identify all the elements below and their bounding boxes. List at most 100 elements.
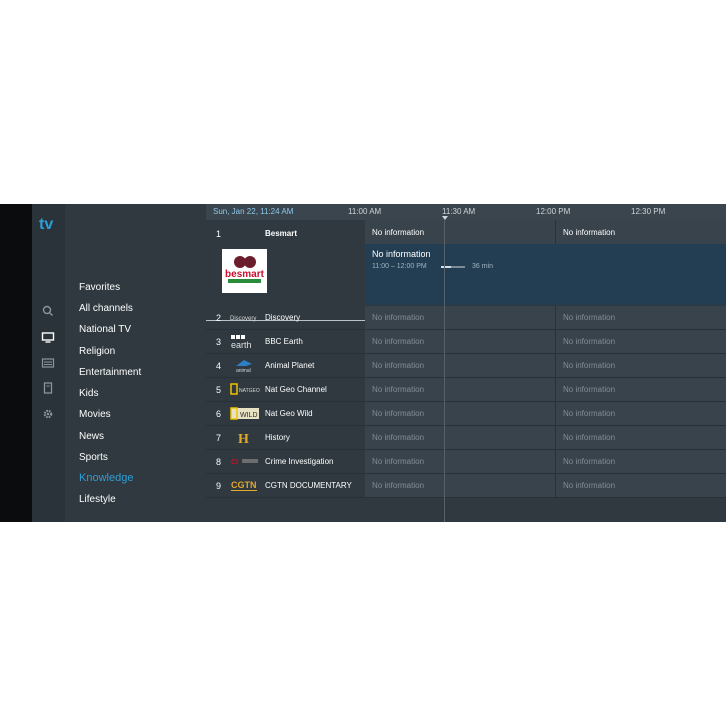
- bookmark-icon[interactable]: [41, 381, 55, 395]
- channel-logo: NATGEO: [230, 382, 260, 397]
- channel-logo-text: H: [238, 432, 249, 445]
- now-line: [444, 220, 445, 522]
- program-cell[interactable]: No information: [365, 354, 556, 377]
- program-cell[interactable]: No information: [365, 450, 556, 473]
- program-cell[interactable]: No information: [365, 402, 556, 425]
- channel-row[interactable]: 5 NATGEO Nat Geo Channel No information …: [206, 378, 726, 402]
- channel-logo-text: CI: [231, 459, 238, 466]
- channel-logo-text: animal: [236, 368, 251, 373]
- program-detail-title: No information: [372, 249, 431, 259]
- program-cell[interactable]: No information: [556, 330, 726, 353]
- channel-logo: H: [230, 430, 260, 447]
- program-title: No information: [563, 337, 616, 346]
- channel-logo: WILD: [230, 406, 260, 421]
- channel-name: Besmart: [265, 229, 298, 238]
- channel-number: 3: [216, 337, 222, 347]
- channel-logo: Discovery: [230, 310, 260, 325]
- program-title: No information: [372, 228, 425, 237]
- channel-row[interactable]: 2 Discovery Discovery No information No …: [206, 306, 726, 330]
- program-title: No information: [372, 385, 425, 394]
- program-title: No information: [372, 409, 425, 418]
- time-slot: 12:30 PM: [631, 207, 666, 216]
- channel-row[interactable]: 7 H History No information No informatio…: [206, 426, 726, 450]
- program-cell[interactable]: No information: [556, 426, 726, 449]
- program-cell[interactable]: No information: [365, 220, 556, 244]
- channel-number: 9: [216, 481, 222, 491]
- channel-logo: CGTN: [230, 478, 260, 493]
- program-progress-fill: [441, 266, 451, 268]
- program-title: No information: [372, 433, 425, 442]
- channel-name: CGTN DOCUMENTARY: [265, 481, 352, 490]
- category-favorites[interactable]: Favorites: [79, 282, 120, 293]
- time-bar: Sun, Jan 22, 11:24 AM 11:00 AM 11:30 AM …: [206, 204, 726, 220]
- channel-logo-text: earth: [231, 340, 252, 349]
- program-cell[interactable]: No information: [556, 450, 726, 473]
- channel-logo-text: WILD: [240, 412, 258, 419]
- channel-logo-text: CGTN: [231, 480, 257, 490]
- channel-number: 1: [216, 229, 222, 239]
- program-cell[interactable]: No information: [556, 402, 726, 425]
- time-slot: 11:00 AM: [348, 207, 382, 216]
- channel-logo-text: NATGEO: [239, 388, 260, 394]
- program-title: No information: [563, 385, 616, 394]
- channel-row[interactable]: 8 CI Crime Investigation No information …: [206, 450, 726, 474]
- category-all-channels[interactable]: All channels: [79, 303, 133, 314]
- channel-logo: CI: [230, 454, 260, 469]
- program-guide: Sun, Jan 22, 11:24 AM 11:00 AM 11:30 AM …: [206, 204, 726, 522]
- category-movies[interactable]: Movies: [79, 409, 111, 420]
- program-cell[interactable]: No information: [365, 474, 556, 497]
- program-cell[interactable]: No information: [556, 474, 726, 497]
- channel-number: 2: [216, 313, 222, 323]
- program-title: No information: [372, 313, 425, 322]
- channel-name: Crime Investigation: [265, 457, 334, 466]
- category-entertainment[interactable]: Entertainment: [79, 367, 141, 378]
- search-icon[interactable]: [41, 304, 55, 318]
- program-cell[interactable]: No information: [556, 220, 726, 244]
- category-knowledge[interactable]: Knowledge: [79, 472, 133, 484]
- side-rail: tv: [32, 204, 65, 522]
- channel-logo: besmart: [222, 249, 267, 293]
- program-cell[interactable]: No information: [365, 306, 556, 329]
- program-cell[interactable]: No information: [556, 354, 726, 377]
- channel-row[interactable]: 3 earth BBC Earth No information No info…: [206, 330, 726, 354]
- program-title: No information: [563, 481, 616, 490]
- time-slot: 11:30 AM: [442, 207, 476, 216]
- app-logo[interactable]: tv: [39, 216, 53, 234]
- program-detail[interactable]: No information 11:00 – 12:00 PM 36 min: [365, 244, 726, 305]
- program-title: No information: [372, 361, 425, 370]
- channel-number: 6: [216, 409, 222, 419]
- channel-row[interactable]: 9 CGTN CGTN DOCUMENTARY No information N…: [206, 474, 726, 498]
- program-title: No information: [563, 457, 616, 466]
- program-cell[interactable]: No information: [556, 378, 726, 401]
- program-cell[interactable]: No information: [365, 330, 556, 353]
- program-title: No information: [563, 228, 616, 237]
- category-news[interactable]: News: [79, 431, 104, 442]
- channel-name: Animal Planet: [265, 361, 315, 370]
- category-sports[interactable]: Sports: [79, 452, 108, 463]
- category-national-tv[interactable]: National TV: [79, 324, 131, 335]
- program-detail-duration: 36 min: [472, 263, 494, 270]
- category-list: Favorites All channels National TV Relig…: [65, 204, 206, 522]
- channel-row[interactable]: 6 WILD Nat Geo Wild No information No in…: [206, 402, 726, 426]
- guide-icon[interactable]: [41, 356, 55, 370]
- program-title: No information: [372, 457, 425, 466]
- program-cell[interactable]: No information: [365, 426, 556, 449]
- category-lifestyle[interactable]: Lifestyle: [79, 494, 116, 505]
- channel-row-selected[interactable]: 1 Besmart besmart No information No info…: [206, 220, 726, 321]
- channel-number: 7: [216, 433, 222, 443]
- program-detail-time: 11:00 – 12:00 PM: [372, 263, 427, 270]
- program-cell[interactable]: No information: [556, 306, 726, 329]
- channel-row[interactable]: 4 animal Animal Planet No information No…: [206, 354, 726, 378]
- channel-name: History: [265, 433, 290, 442]
- category-kids[interactable]: Kids: [79, 388, 98, 399]
- tv-icon[interactable]: [41, 330, 55, 344]
- program-title: No information: [563, 433, 616, 442]
- gear-icon[interactable]: [41, 407, 55, 421]
- program-cell[interactable]: No information: [365, 378, 556, 401]
- program-title: No information: [563, 361, 616, 370]
- category-religion[interactable]: Religion: [79, 346, 115, 357]
- channel-name: Discovery: [265, 313, 301, 322]
- channel-number: 8: [216, 457, 222, 467]
- program-title: No information: [563, 313, 616, 322]
- time-slot: 12:00 PM: [536, 207, 571, 216]
